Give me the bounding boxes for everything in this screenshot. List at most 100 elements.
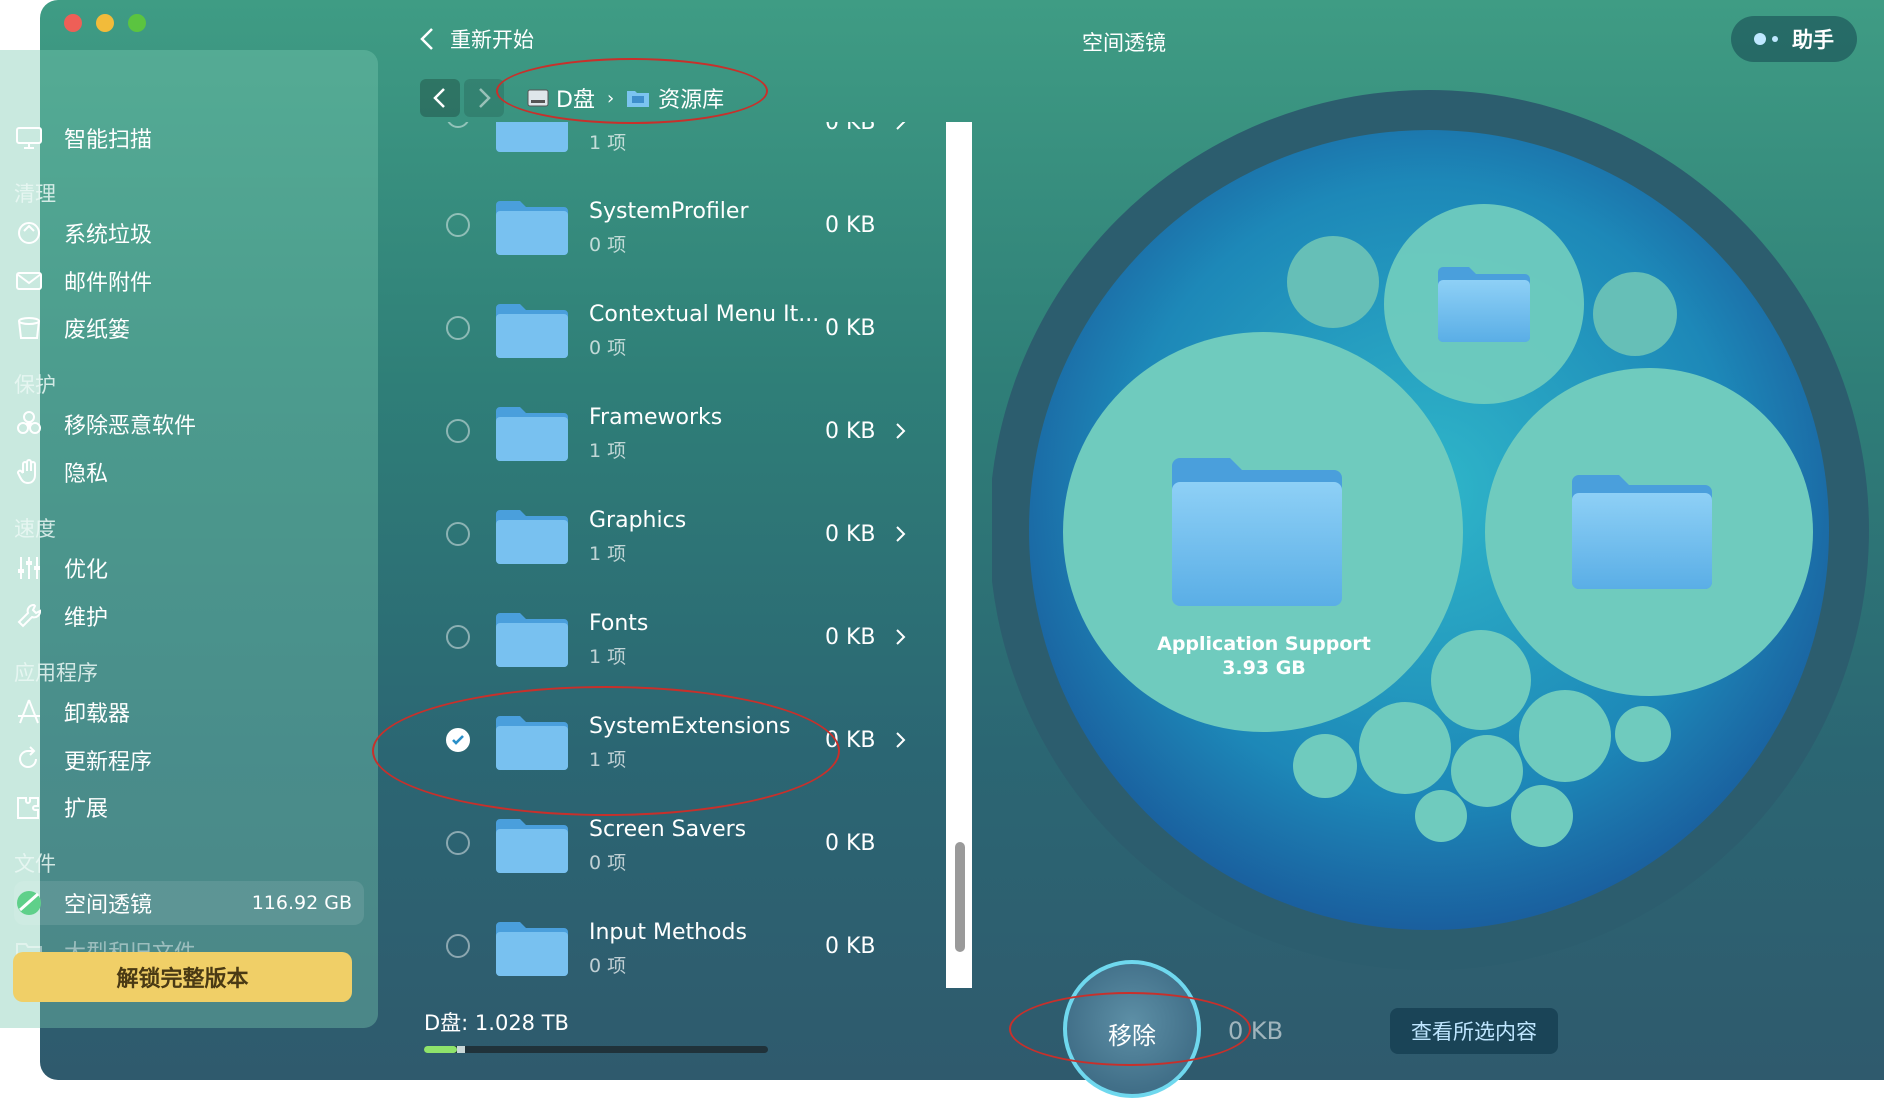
item-count: 0 项 [589, 852, 627, 874]
small-bubble[interactable] [1359, 702, 1451, 794]
close-window-button[interactable] [64, 14, 82, 32]
sidebar-item-system-junk[interactable]: 系统垃圾 [14, 211, 364, 255]
section-speed: 速度 [14, 517, 56, 541]
biohazard-icon [17, 411, 41, 434]
small-bubble[interactable] [1593, 272, 1677, 356]
list-item[interactable]: Frameworks 1 项 0 KB [410, 379, 950, 482]
list-item[interactable]: Graphics 1 项 0 KB [410, 482, 950, 585]
select-radio[interactable] [446, 122, 470, 128]
sidebar-item-label: 隐私 [64, 462, 109, 487]
select-radio-checked[interactable] [446, 728, 470, 752]
select-radio[interactable] [446, 625, 470, 649]
recycle-icon [18, 222, 40, 244]
item-count: 1 项 [589, 440, 627, 462]
chevron-right-icon[interactable] [894, 730, 908, 750]
space-lens-icon [17, 891, 41, 915]
select-radio[interactable] [446, 522, 470, 546]
folder-icon [496, 304, 568, 358]
remove-label: 移除 [1108, 1022, 1156, 1050]
zoom-window-button[interactable] [128, 14, 146, 32]
list-item[interactable]: SystemExtensions 1 项 0 KB [410, 688, 950, 791]
sidebar-item-space-lens[interactable]: 空间透镜 116.92 GB [14, 881, 364, 925]
item-size: 0 KB [825, 522, 876, 547]
sidebar-item-updater[interactable]: 更新程序 [14, 738, 364, 782]
view-selected-button[interactable]: 查看所选内容 [1390, 1008, 1558, 1054]
select-radio[interactable] [446, 213, 470, 237]
scrollbar-thumb[interactable] [955, 842, 965, 952]
chevron-right-icon[interactable] [894, 524, 908, 544]
breadcrumb: D盘 › 资源库 [526, 82, 724, 114]
chevron-left-icon [420, 28, 433, 50]
assistant-label: 助手 [1792, 28, 1834, 52]
sidebar-item-optimization[interactable]: 优化 [14, 546, 364, 590]
restart-button[interactable]: 重新开始 [416, 24, 534, 54]
assistant-dot-small-icon [1772, 36, 1778, 42]
item-name: SystemProfiler [589, 199, 749, 224]
sidebar-item-trash-bins[interactable]: 废纸篓 [14, 306, 364, 350]
sidebar: 智能扫描 清理 系统垃圾 邮件附件 废纸篓 保护 移除恶意软件 隐私 速度 优化… [0, 50, 378, 1028]
select-radio[interactable] [446, 831, 470, 855]
folder-icon [496, 613, 568, 667]
page-title: 空间透镜 [1082, 31, 1166, 55]
item-count: 0 项 [589, 337, 627, 359]
sidebar-item-malware-removal[interactable]: 移除恶意软件 [14, 402, 364, 446]
item-count: 1 项 [589, 543, 627, 565]
item-size: 0 KB [825, 625, 876, 650]
assistant-button[interactable]: 助手 [1731, 16, 1857, 62]
folder-icon [496, 819, 568, 873]
small-bubble[interactable] [1451, 735, 1523, 807]
small-bubble[interactable] [1511, 785, 1573, 847]
chevron-right-icon[interactable] [894, 122, 908, 132]
small-bubble[interactable] [1615, 706, 1671, 762]
folder-icon [1572, 475, 1712, 589]
select-radio[interactable] [446, 316, 470, 340]
breadcrumb-disk[interactable]: D盘 [556, 82, 595, 114]
select-radio[interactable] [446, 419, 470, 443]
sidebar-item-privacy[interactable]: 隐私 [14, 450, 364, 494]
item-count: 1 项 [589, 646, 627, 668]
small-bubble[interactable] [1293, 734, 1357, 798]
forward-nav-button[interactable] [464, 79, 504, 117]
item-size: 0 KB [825, 728, 876, 753]
chevron-right-icon[interactable] [894, 421, 908, 441]
sidebar-item-mail-attachments[interactable]: 邮件附件 [14, 259, 364, 303]
sidebar-item-label: 系统垃圾 [64, 223, 153, 248]
item-name: Graphics [589, 508, 687, 533]
checkmark-icon [452, 735, 464, 745]
small-bubble[interactable] [1431, 630, 1531, 730]
section-cleanup: 清理 [14, 182, 56, 206]
sidebar-item-extensions[interactable]: 扩展 [14, 785, 364, 829]
restart-label: 重新开始 [450, 28, 534, 52]
sidebar-item-maintenance[interactable]: 维护 [14, 594, 364, 638]
chevron-right-icon[interactable] [894, 627, 908, 647]
item-name: Fonts [589, 611, 649, 636]
list-item-partial[interactable]: 1 项 0 KB [410, 122, 950, 173]
folder-icon [496, 407, 568, 461]
sidebar-item-uninstaller[interactable]: 卸载器 [14, 690, 364, 734]
disk-usage-bar [424, 1046, 768, 1053]
breadcrumb-folder[interactable]: 资源库 [658, 82, 724, 114]
select-radio[interactable] [446, 934, 470, 958]
sidebar-item-smart-scan[interactable]: 智能扫描 [14, 116, 364, 160]
list-item[interactable]: Fonts 1 项 0 KB [410, 585, 950, 688]
minimize-window-button[interactable] [96, 14, 114, 32]
envelope-icon [16, 272, 42, 290]
sidebar-item-label: 维护 [64, 606, 109, 631]
small-bubble[interactable] [1287, 236, 1379, 328]
unlock-full-version-button[interactable]: 解锁完整版本 [13, 952, 352, 1002]
list-item[interactable]: Contextual Menu It... 0 项 0 KB [410, 276, 950, 379]
list-item[interactable]: Screen Savers 0 项 0 KB [410, 791, 950, 894]
remove-button[interactable]: 移除 [1063, 960, 1201, 1098]
back-nav-button[interactable] [420, 79, 460, 117]
chevron-left-icon [433, 88, 445, 108]
sidebar-item-label: 废纸篓 [64, 318, 131, 343]
list-item[interactable]: Input Methods 0 项 0 KB [410, 894, 950, 988]
wrench-icon [17, 604, 41, 628]
sliders-icon [18, 557, 40, 579]
hard-drive-icon [527, 89, 549, 107]
folder-icon [496, 510, 568, 564]
small-bubble[interactable] [1519, 690, 1611, 782]
small-bubble[interactable] [1415, 790, 1467, 842]
folder-icon [496, 201, 568, 255]
list-item[interactable]: SystemProfiler 0 项 0 KB [410, 173, 950, 276]
